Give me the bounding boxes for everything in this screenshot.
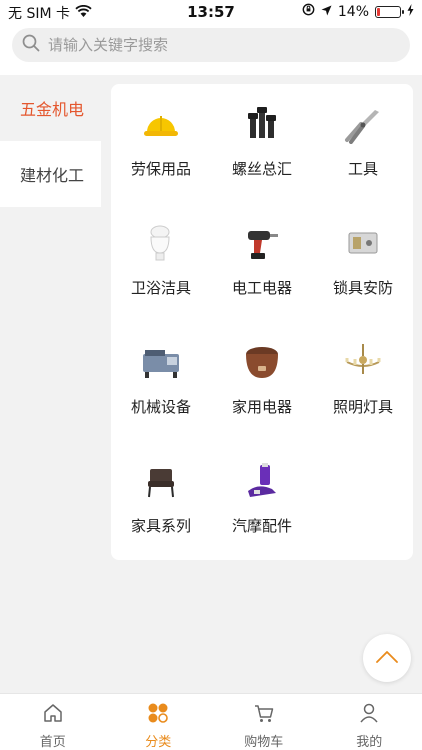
tab-label: 分类 bbox=[145, 735, 172, 750]
drill-icon bbox=[242, 223, 282, 263]
battery-fill bbox=[377, 7, 380, 16]
search-box[interactable] bbox=[12, 28, 410, 62]
category-item[interactable]: 家用电器 bbox=[212, 322, 312, 432]
back-to-top-button[interactable] bbox=[363, 634, 411, 682]
car-parts-icon bbox=[242, 461, 282, 501]
cart-icon bbox=[253, 702, 275, 728]
category-item[interactable]: 家具系列 bbox=[111, 441, 211, 551]
toilet-icon bbox=[141, 223, 181, 263]
category-grid: 劳保用品 螺丝总汇 工具 卫浴洁具 电工电器 锁具安防 机械设备 家用电器 照明… bbox=[111, 84, 413, 560]
machine-icon bbox=[141, 342, 181, 382]
sidebar-item-label: 五金机电 bbox=[20, 100, 85, 119]
category-label: 锁具安防 bbox=[332, 279, 393, 297]
orientation-lock-icon bbox=[302, 3, 315, 20]
category-label: 机械设备 bbox=[130, 398, 191, 416]
bolts-icon bbox=[242, 104, 282, 144]
category-label: 劳保用品 bbox=[130, 160, 191, 178]
charging-icon bbox=[407, 3, 414, 20]
status-right: 14% bbox=[302, 3, 414, 20]
category-icon bbox=[147, 702, 169, 728]
category-sidebar: 五金机电 建材化工 bbox=[0, 75, 101, 693]
hard-hat-icon bbox=[141, 104, 181, 144]
chevron-up-icon bbox=[375, 649, 399, 668]
category-item[interactable]: 工具 bbox=[313, 84, 413, 194]
battery-percent: 14% bbox=[337, 3, 369, 20]
category-label: 电工电器 bbox=[231, 279, 292, 297]
tab-category[interactable]: 分类 bbox=[106, 694, 212, 750]
tab-home[interactable]: 首页 bbox=[0, 694, 106, 750]
category-item[interactable]: 卫浴洁具 bbox=[111, 203, 211, 313]
category-label: 卫浴洁具 bbox=[130, 279, 191, 297]
search-bar bbox=[0, 24, 422, 70]
home-icon bbox=[42, 702, 64, 728]
tab-profile[interactable]: 我的 bbox=[317, 694, 422, 750]
search-icon bbox=[22, 34, 40, 56]
tab-label: 购物车 bbox=[244, 735, 284, 750]
tab-label: 首页 bbox=[39, 735, 66, 750]
pliers-icon bbox=[343, 104, 383, 144]
location-icon bbox=[321, 4, 332, 20]
category-label: 家用电器 bbox=[231, 398, 292, 416]
category-label: 工具 bbox=[347, 160, 378, 178]
sidebar-item-building-materials[interactable]: 建材化工 bbox=[0, 141, 101, 207]
sidebar-item-hardware[interactable]: 五金机电 bbox=[0, 75, 101, 141]
rice-cooker-icon bbox=[242, 342, 282, 382]
category-item[interactable]: 电工电器 bbox=[212, 203, 312, 313]
chair-icon bbox=[141, 461, 181, 501]
category-item[interactable]: 汽摩配件 bbox=[212, 441, 312, 551]
lock-icon bbox=[343, 223, 383, 263]
category-item[interactable]: 螺丝总汇 bbox=[212, 84, 312, 194]
search-input[interactable] bbox=[48, 36, 378, 54]
bottom-tab-bar: 首页 分类 购物车 我的 bbox=[0, 693, 422, 750]
category-label: 家具系列 bbox=[130, 517, 191, 535]
sidebar-item-label: 建材化工 bbox=[20, 166, 85, 185]
tab-cart[interactable]: 购物车 bbox=[211, 694, 317, 750]
category-label: 汽摩配件 bbox=[231, 517, 292, 535]
category-item[interactable]: 锁具安防 bbox=[313, 203, 413, 313]
tab-label: 我的 bbox=[356, 735, 383, 750]
category-label: 螺丝总汇 bbox=[231, 160, 292, 178]
chandelier-icon bbox=[343, 342, 383, 382]
status-bar: 无 SIM 卡 13:57 14% bbox=[0, 0, 422, 24]
battery-icon bbox=[375, 5, 404, 18]
category-label: 照明灯具 bbox=[332, 398, 393, 416]
category-item[interactable]: 照明灯具 bbox=[313, 322, 413, 432]
user-icon bbox=[358, 702, 380, 728]
category-item[interactable]: 机械设备 bbox=[111, 322, 211, 432]
category-item[interactable]: 劳保用品 bbox=[111, 84, 211, 194]
